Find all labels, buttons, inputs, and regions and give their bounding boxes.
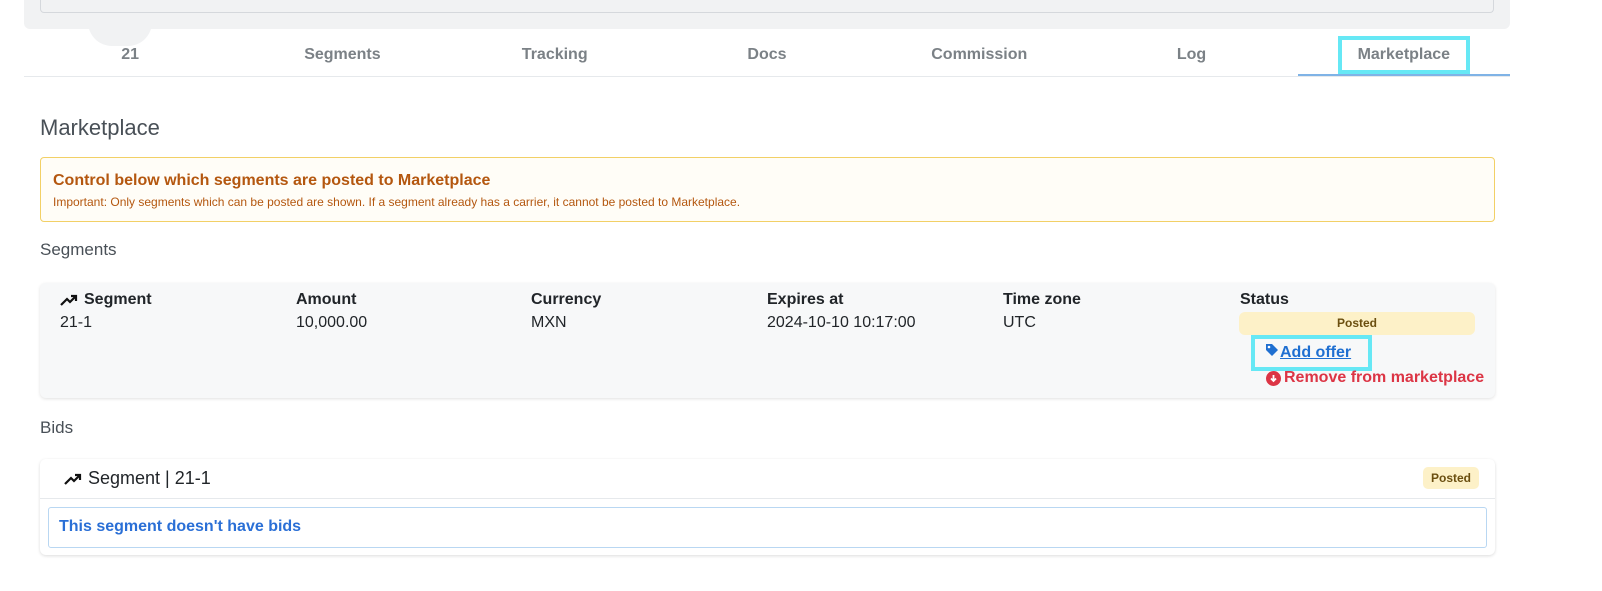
add-offer-link[interactable]: Add offer xyxy=(1280,344,1351,362)
tab-label: Tracking xyxy=(521,46,588,63)
tab-label: Segments xyxy=(304,46,381,63)
tab-segments[interactable]: Segments xyxy=(236,35,448,76)
tab-label: Docs xyxy=(747,46,787,63)
col-segment: Segment 21-1 xyxy=(60,291,152,332)
tab-label: Commission xyxy=(931,46,1028,63)
tab-label: Marketplace xyxy=(1337,36,1471,74)
cell-timezone: UTC xyxy=(1003,314,1036,331)
tab-log[interactable]: Log xyxy=(1085,35,1297,76)
arrow-down-circle-icon xyxy=(1266,370,1281,386)
info-alert: Control below which segments are posted … xyxy=(40,157,1495,222)
no-bids-message: This segment doesn't have bids xyxy=(48,507,1487,548)
col-header-timezone: Time zone xyxy=(1003,291,1081,308)
top-panel-inner xyxy=(40,0,1494,13)
tab-marketplace[interactable]: Marketplace xyxy=(1297,35,1510,76)
tab-overview[interactable]: 21 xyxy=(24,35,236,76)
page-title: Marketplace xyxy=(40,115,160,140)
col-status: Status xyxy=(1240,291,1289,309)
trending-up-icon xyxy=(60,294,78,306)
status-badge: Posted xyxy=(1239,312,1475,335)
col-header-currency: Currency xyxy=(531,291,602,308)
cell-currency: MXN xyxy=(531,314,567,331)
remove-label: Remove from marketplace xyxy=(1284,369,1485,386)
add-offer-button[interactable]: Add offer xyxy=(1251,335,1372,371)
col-header-segment: Segment xyxy=(60,291,152,309)
segment-card: Segment 21-1 Amount 10,000.00 Currency M… xyxy=(40,283,1495,398)
tab-commission[interactable]: Commission xyxy=(873,35,1085,76)
bids-header: Segment | 21-1 Posted xyxy=(40,459,1495,499)
col-header-label: Segment xyxy=(84,291,152,308)
cell-expires: 2024-10-10 10:17:00 xyxy=(767,314,916,331)
col-header-status: Status xyxy=(1240,291,1289,308)
top-panel xyxy=(24,0,1510,29)
remove-from-marketplace-button[interactable]: Remove from marketplace xyxy=(1266,369,1484,387)
alert-text: Important: Only segments which can be po… xyxy=(53,195,741,209)
col-amount: Amount 10,000.00 xyxy=(296,291,367,332)
bids-card: Segment | 21-1 Posted This segment doesn… xyxy=(40,459,1495,555)
col-currency: Currency MXN xyxy=(531,291,601,332)
tab-tracking[interactable]: Tracking xyxy=(449,35,661,76)
tab-label: 21 xyxy=(121,46,140,63)
cell-segment: 21-1 xyxy=(60,314,93,331)
col-expires: Expires at 2024-10-10 10:17:00 xyxy=(767,291,916,332)
trending-up-icon xyxy=(64,473,82,485)
tab-label: Log xyxy=(1176,46,1207,63)
col-header-expires: Expires at xyxy=(767,291,844,308)
bids-status-badge: Posted xyxy=(1422,467,1479,489)
col-header-amount: Amount xyxy=(296,291,357,308)
col-timezone: Time zone UTC xyxy=(1003,291,1081,332)
bids-header-title: Segment | 21-1 xyxy=(88,468,211,488)
segments-section-label: Segments xyxy=(40,240,117,259)
bids-section-label: Bids xyxy=(40,418,74,437)
cell-amount: 10,000.00 xyxy=(296,314,368,331)
tab-docs[interactable]: Docs xyxy=(661,35,873,76)
tag-icon xyxy=(1266,344,1278,356)
tab-bar: 21 Segments Tracking Docs Commission Log… xyxy=(24,35,1510,77)
alert-title: Control below which segments are posted … xyxy=(53,172,491,189)
